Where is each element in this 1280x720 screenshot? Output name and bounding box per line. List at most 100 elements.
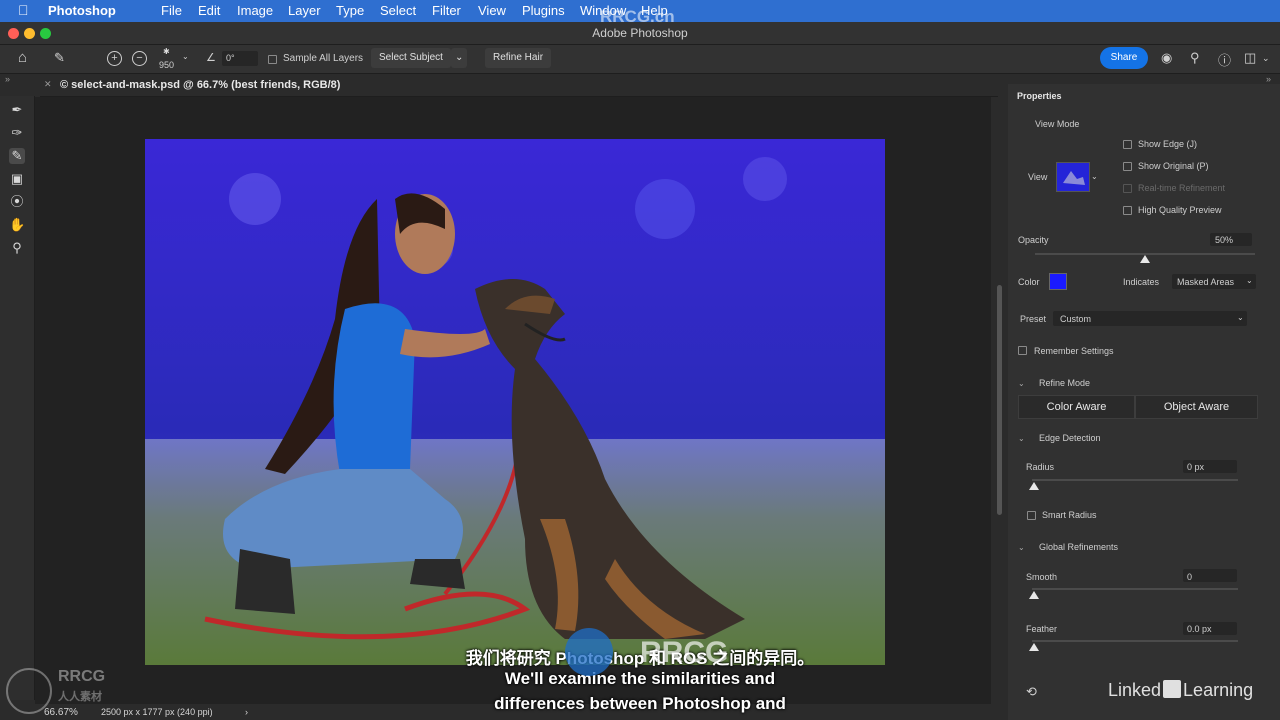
high-quality-preview-label: High Quality Preview [1138, 205, 1222, 215]
workspace-icon[interactable]: ◫ [1244, 50, 1256, 66]
indicates-chevron-down-icon: ⌄ [1246, 276, 1253, 285]
view-label: View [1028, 172, 1048, 182]
properties-panel: Properties View Mode View ⌄ Show Edge (J… [1008, 84, 1280, 720]
properties-title: Properties [1017, 91, 1062, 101]
brush-options-chevron-down-icon[interactable]: ⌄ [182, 52, 189, 61]
show-edge-label: Show Edge (J) [1138, 139, 1198, 149]
subtitle-line-2: differences between Photoshop and [494, 694, 786, 713]
search-icon[interactable]: ⚲ [1190, 50, 1200, 66]
linkedin-brand-left: Linked [1108, 680, 1162, 700]
watermark-logo-icon [565, 628, 613, 676]
subtract-from-selection-icon[interactable]: − [132, 51, 147, 66]
toolbar-collapse-icon[interactable]: » [5, 74, 10, 84]
menu-edit[interactable]: Edit [198, 3, 220, 18]
notifications-bell-icon[interactable]: ◉ [1161, 50, 1172, 66]
menu-plugins[interactable]: Plugins [522, 3, 565, 18]
subtitle-line-1: We'll examine the similarities and [504, 669, 776, 688]
add-to-selection-icon[interactable]: + [107, 51, 122, 66]
share-button[interactable]: Share [1100, 47, 1148, 69]
watermark-center: RRCG [640, 636, 729, 669]
brush-tool-preset-icon[interactable]: ✎ [54, 50, 65, 66]
smooth-value: 0 [1187, 572, 1193, 582]
smooth-label: Smooth [1026, 572, 1058, 582]
opacity-slider-thumb[interactable] [1140, 255, 1150, 263]
workspace-chevron-down-icon[interactable]: ⌄ [1262, 53, 1270, 64]
radius-slider-thumb[interactable] [1029, 482, 1039, 490]
refine-mode-heading: Refine Mode [1039, 378, 1091, 388]
close-document-icon[interactable]: ✕ [44, 79, 52, 90]
canvas-area[interactable] [35, 97, 991, 704]
sample-all-layers-label: Sample All Layers [283, 53, 364, 64]
color-label: Color [1018, 277, 1040, 287]
select-subject-chevron-down-icon[interactable]: ⌄ [451, 48, 468, 68]
preset-value: Custom [1060, 314, 1092, 324]
object-aware-button[interactable]: Object Aware [1135, 395, 1258, 419]
view-mode-thumbnail[interactable] [1056, 162, 1090, 192]
radius-slider-track[interactable] [1032, 479, 1238, 481]
menu-layer[interactable]: Layer [288, 3, 321, 18]
hand-tool-icon[interactable]: ✋ [9, 217, 25, 233]
window-titlebar: Adobe Photoshop [0, 22, 1280, 45]
brush-size-value[interactable]: 950 [159, 60, 174, 70]
zoom-tool-icon[interactable]: ⚲ [9, 240, 25, 256]
brush-preview-icon[interactable]: ✱ [163, 47, 170, 56]
opacity-value: 50% [1215, 235, 1234, 245]
color-aware-button[interactable]: Color Aware [1018, 395, 1135, 419]
smooth-slider-thumb[interactable] [1029, 591, 1039, 599]
smooth-slider-track[interactable] [1032, 588, 1238, 590]
lasso-tool-icon[interactable]: ⦿ [9, 194, 25, 210]
realtime-refinement-label: Real-time Refinement [1138, 183, 1226, 193]
help-icon[interactable]: ⓘ [1218, 50, 1231, 69]
menu-filter[interactable]: Filter [432, 3, 461, 18]
overlay-color-swatch[interactable] [1049, 273, 1067, 290]
home-icon[interactable]: ⌂ [18, 49, 27, 66]
feather-value: 0.0 px [1187, 624, 1212, 634]
object-selection-tool-icon[interactable]: ▣ [9, 171, 25, 187]
menu-view[interactable]: View [478, 3, 506, 18]
corner-logo-icon [6, 668, 52, 714]
menu-file[interactable]: File [161, 3, 182, 18]
panel-collapse-icon[interactable]: » [1266, 74, 1271, 84]
refine-hair-button[interactable]: Refine Hair [485, 48, 552, 68]
quick-selection-tool-icon[interactable]: ✒ [9, 102, 25, 118]
document-image[interactable] [145, 139, 885, 665]
tools-panel: ✒ ✑ ✎ ▣ ⦿ ✋ ⚲ [0, 96, 35, 700]
watermark-corner-top: RRCG [58, 668, 106, 685]
feather-slider-track[interactable] [1032, 640, 1238, 642]
indicates-value: Masked Areas [1177, 277, 1235, 287]
angle-icon: ∠ [206, 52, 216, 64]
edge-detection-section[interactable]: ⌄ [1018, 433, 1025, 443]
remember-settings-checkbox[interactable] [1018, 346, 1027, 355]
view-mode-chevron-down-icon[interactable]: ⌄ [1091, 172, 1098, 181]
realtime-refinement-checkbox[interactable] [1123, 184, 1132, 193]
global-refinements-heading: Global Refinements [1039, 542, 1119, 552]
brush-tool-icon[interactable]: ✎ [9, 148, 25, 164]
canvas-vertical-scrollbar[interactable] [997, 285, 1002, 515]
menu-app-name[interactable]: Photoshop [48, 3, 116, 18]
opacity-label: Opacity [1018, 235, 1049, 245]
menu-image[interactable]: Image [237, 3, 273, 18]
preset-chevron-down-icon: ⌄ [1237, 313, 1244, 322]
menu-type[interactable]: Type [336, 3, 364, 18]
document-tab-title: © select-and-mask.psd @ 66.7% (best frie… [60, 79, 341, 91]
refine-mode-section[interactable]: ⌄ [1018, 378, 1025, 388]
linkedin-in-icon [1163, 680, 1182, 698]
menu-select[interactable]: Select [380, 3, 416, 18]
smart-radius-checkbox[interactable] [1027, 511, 1036, 520]
image-preview [145, 139, 885, 665]
angle-value: 0° [226, 53, 235, 63]
global-refinements-chevron-down-icon: ⌄ [1018, 543, 1025, 552]
preset-label: Preset [1020, 314, 1047, 324]
apple-icon[interactable]:  [18, 2, 29, 18]
window-title: Adobe Photoshop [592, 26, 688, 40]
sample-all-layers-checkbox[interactable] [268, 55, 277, 64]
document-tab[interactable]: ✕ © select-and-mask.psd @ 66.7% (best fr… [40, 74, 998, 97]
view-thumbnail-icon [1063, 171, 1085, 185]
show-edge-checkbox[interactable] [1123, 140, 1132, 149]
select-subject-button[interactable]: Select Subject [371, 48, 451, 68]
show-original-label: Show Original (P) [1138, 161, 1209, 171]
high-quality-preview-checkbox[interactable] [1123, 206, 1132, 215]
global-refinements-section[interactable]: ⌄ [1018, 542, 1025, 552]
show-original-checkbox[interactable] [1123, 162, 1132, 171]
refine-edge-brush-tool-icon[interactable]: ✑ [9, 125, 25, 141]
